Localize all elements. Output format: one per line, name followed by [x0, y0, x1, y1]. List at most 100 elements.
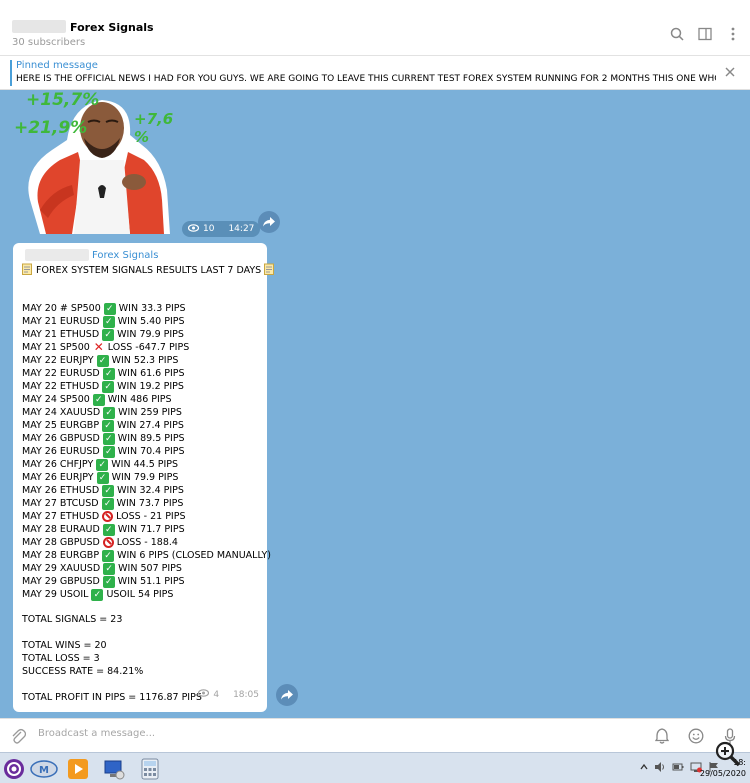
message-composer: Broadcast a message...: [0, 718, 750, 752]
signal-result: WIN 6 PIPS (CLOSED MANUALLY): [117, 550, 271, 561]
signal-result: WIN 27.4 PIPS: [117, 420, 184, 431]
view-count: 10: [203, 224, 215, 234]
message-meta: 4 18:05: [198, 689, 259, 700]
pinned-message-bar[interactable]: Pinned message HERE IS THE OFFICIAL NEWS…: [0, 56, 750, 90]
signal-result: WIN 71.7 PIPS: [117, 524, 185, 535]
battery-icon[interactable]: [672, 761, 684, 776]
signal-pair: MAY 22 ETHUSD: [22, 381, 100, 392]
view-count: 4: [213, 689, 220, 700]
signal-line: MAY 25 EURGBP ✓ WIN 27.4 PIPS: [22, 419, 271, 432]
emoji-icon[interactable]: [686, 726, 706, 746]
check-icon: ✓: [102, 432, 115, 445]
signal-pair: MAY 28 GBPUSD: [22, 537, 100, 548]
chat-header: Forex Signals 30 subscribers: [0, 0, 750, 56]
eye-icon: [187, 223, 200, 235]
signal-line: MAY 28 GBPUSD LOSS - 188.4: [22, 536, 271, 549]
share-icon[interactable]: [276, 684, 298, 706]
signal-line: MAY 28 EURGBP ✓ WIN 6 PIPS (CLOSED MANUALL…: [22, 549, 271, 562]
signal-line: MAY 26 CHFJPY ✓ WIN 44.5 PIPS: [22, 458, 271, 471]
signal-line: MAY 21 ETHUSD ✓ WIN 79.9 PIPS: [22, 328, 271, 341]
signal-line: MAY 21 SP500 ✕ LOSS -647.7 PIPS: [22, 341, 271, 354]
pinned-label: Pinned message: [16, 60, 98, 71]
volume-icon[interactable]: [654, 761, 666, 776]
signal-pair: MAY 20 # SP500: [22, 303, 101, 314]
signal-pair: MAY 29 XAUUSD: [22, 563, 101, 574]
signal-pair: MAY 29 GBPUSD: [22, 576, 100, 587]
check-icon: ✓: [96, 458, 109, 471]
signal-line: MAY 27 BTCUSD ✓ WIN 73.7 PIPS: [22, 497, 271, 510]
signal-pair: MAY 28 EURGBP: [22, 550, 100, 561]
svg-text:M: M: [39, 765, 49, 776]
bell-icon[interactable]: [652, 726, 672, 746]
check-icon: ✓: [101, 497, 114, 510]
check-icon: ✓: [91, 588, 104, 601]
sticker-tag: +15,7%: [26, 90, 100, 110]
sticker-image: +15,7% +21,9% +7,6 %: [12, 90, 174, 234]
signal-result: WIN 52.3 PIPS: [111, 355, 179, 366]
check-icon: ✓: [102, 315, 115, 328]
signal-line: MAY 26 ETHUSD ✓ WIN 32.4 PIPS: [22, 484, 271, 497]
signal-pair: MAY 22 EURUSD: [22, 368, 100, 379]
signal-pair: MAY 26 ETHUSD: [22, 485, 100, 496]
message-input[interactable]: Broadcast a message...: [38, 728, 155, 739]
browser-app-icon[interactable]: [0, 756, 28, 782]
redacted-name: [25, 249, 89, 261]
subscriber-count: 30 subscribers: [12, 37, 86, 48]
signal-line: MAY 27 ETHUSD LOSS - 21 PIPS: [22, 510, 271, 523]
signal-pair: MAY 24 XAUUSD: [22, 407, 101, 418]
message-bubble[interactable]: Forex Signals FOREX SYSTEM SIGNALS RESUL…: [13, 243, 275, 712]
player-app-icon[interactable]: [64, 756, 92, 782]
channel-title[interactable]: Forex Signals: [70, 21, 154, 34]
paperclip-icon[interactable]: [10, 727, 28, 745]
calculator-app-icon[interactable]: [136, 756, 164, 782]
eye-icon: [198, 689, 210, 700]
signal-pair: MAY 21 EURUSD: [22, 316, 100, 327]
heading-text: FOREX SYSTEM SIGNALS RESULTS LAST 7 DAYS: [36, 265, 262, 276]
signal-result: LOSS - 188.4: [116, 537, 178, 548]
chevron-up-icon[interactable]: [640, 763, 648, 774]
signal-line: MAY 20 # SP500 ✓ WIN 33.3 PIPS: [22, 302, 271, 315]
sidebar-toggle-icon[interactable]: [696, 25, 714, 43]
pinned-accent-bar: [10, 60, 12, 86]
signal-result: LOSS - 21 PIPS: [116, 511, 186, 522]
memo-icon: [264, 263, 275, 278]
share-icon[interactable]: [258, 211, 280, 233]
check-icon: ✓: [92, 393, 105, 406]
check-icon: ✓: [102, 367, 115, 380]
pinned-text: HERE IS THE OFFICIAL NEWS I HAD FOR YOU …: [16, 74, 716, 84]
check-icon: ✓: [102, 575, 115, 588]
signal-line: MAY 26 EURJPY ✓ WIN 79.9 PIPS: [22, 471, 271, 484]
more-options-icon[interactable]: [724, 25, 742, 43]
signal-result: WIN 61.6 PIPS: [117, 368, 185, 379]
signal-pair: MAY 25 EURGBP: [22, 420, 100, 431]
media-app-icon[interactable]: M: [28, 756, 60, 782]
signal-result: USOIL 54 PIPS: [106, 589, 174, 600]
signal-result: WIN 44.5 PIPS: [111, 459, 179, 470]
message-author[interactable]: Forex Signals: [92, 250, 158, 261]
sticker-meta: 10 14:27: [182, 221, 261, 237]
total-signals: TOTAL SIGNALS = 23: [22, 614, 123, 625]
search-icon[interactable]: [668, 25, 686, 43]
signal-result: WIN 70.4 PIPS: [117, 446, 185, 457]
magnifier-icon[interactable]: [714, 740, 742, 768]
signal-pair: MAY 22 EURJPY: [22, 355, 94, 366]
header-actions: [668, 25, 742, 43]
total-profit: TOTAL PROFIT IN PIPS = 1176.87 PIPS: [22, 692, 202, 703]
signal-pair: MAY 24 SP500: [22, 394, 90, 405]
signal-line: MAY 26 GBPUSD ✓ WIN 89.5 PIPS: [22, 432, 271, 445]
total-loss: TOTAL LOSS = 3: [22, 653, 100, 664]
close-icon[interactable]: [722, 64, 738, 80]
signal-result: WIN 79.9 PIPS: [117, 329, 184, 340]
signal-pair: MAY 28 EURAUD: [22, 524, 100, 535]
check-icon: ✓: [102, 484, 115, 497]
message-heading: FOREX SYSTEM SIGNALS RESULTS LAST 7 DAYS: [22, 263, 275, 278]
computer-app-icon[interactable]: [100, 756, 128, 782]
signal-line: MAY 22 ETHUSD ✓ WIN 19.2 PIPS: [22, 380, 271, 393]
signal-list: MAY 20 # SP500 ✓ WIN 33.3 PIPS MAY 21 EURUS…: [22, 302, 271, 601]
signal-result: WIN 259 PIPS: [118, 407, 182, 418]
chat-area[interactable]: +15,7% +21,9% +7,6 % 10 14:27 Forex Sign…: [0, 90, 750, 718]
signal-result: WIN 486 PIPS: [107, 394, 172, 405]
signal-line: MAY 26 EURUSD ✓ WIN 70.4 PIPS: [22, 445, 271, 458]
prohibited-icon: [102, 537, 114, 548]
redacted-name: [12, 20, 66, 33]
